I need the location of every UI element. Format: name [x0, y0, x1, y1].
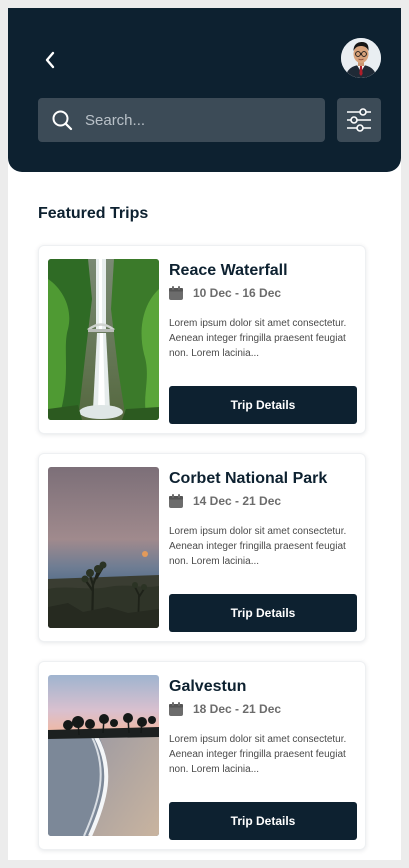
filter-button[interactable] [337, 98, 381, 142]
app-screen: Featured Trips [8, 8, 401, 860]
trip-card[interactable]: Corbet National Park 14 Dec - 21 Dec Lor… [38, 453, 366, 642]
trip-card[interactable]: Reace Waterfall 10 Dec - 16 Dec Lorem ip… [38, 245, 366, 434]
trip-date-row: 18 Dec - 21 Dec [169, 702, 281, 716]
trip-description: Lorem ipsum dolor sit amet consectetur. … [169, 318, 347, 359]
sliders-icon [347, 108, 371, 132]
trip-date-row: 14 Dec - 21 Dec [169, 494, 281, 508]
trip-date: 10 Dec - 16 Dec [193, 286, 282, 300]
trip-title: Reace Waterfall [169, 262, 288, 279]
trip-details-button[interactable]: Trip Details [169, 386, 357, 424]
trip-description: Lorem ipsum dolor sit amet consectetur. … [169, 734, 347, 775]
trip-date: 14 Dec - 21 Dec [193, 494, 282, 508]
trip-title: Galvestun [169, 678, 247, 695]
calendar-icon [169, 494, 183, 508]
search-input[interactable] [85, 111, 305, 129]
calendar-icon [169, 286, 183, 300]
trip-image-waterfall [48, 259, 159, 420]
calendar-icon [169, 702, 183, 716]
trip-image-national-park [48, 467, 159, 628]
trip-card[interactable]: Galvestun 18 Dec - 21 Dec Lorem ipsum do… [38, 661, 366, 850]
trip-date: 18 Dec - 21 Dec [193, 702, 282, 716]
trip-description: Lorem ipsum dolor sit amet consectetur. … [169, 526, 347, 567]
search-bar[interactable] [38, 98, 325, 142]
search-icon [52, 110, 73, 131]
trip-image-beach [48, 675, 159, 836]
back-button[interactable] [38, 48, 62, 72]
trip-details-button[interactable]: Trip Details [169, 594, 357, 632]
trip-title: Corbet National Park [169, 470, 328, 487]
trip-details-button[interactable]: Trip Details [169, 802, 357, 840]
trip-date-row: 10 Dec - 16 Dec [169, 286, 281, 300]
chevron-left-icon [45, 51, 55, 69]
header [8, 8, 401, 172]
user-avatar-icon [341, 38, 381, 78]
section-title: Featured Trips [38, 205, 149, 222]
avatar[interactable] [341, 38, 381, 78]
